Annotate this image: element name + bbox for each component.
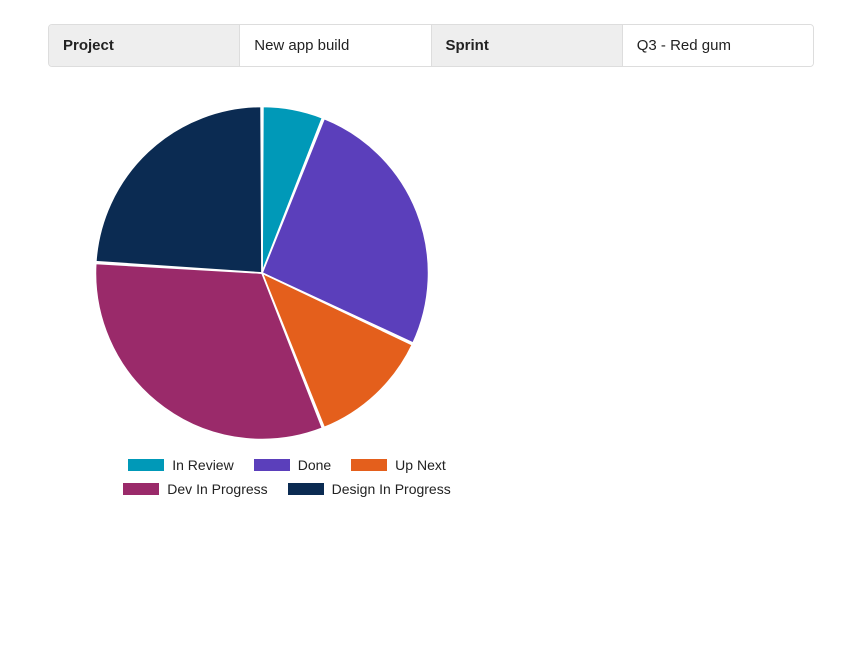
sprint-label-cell: Sprint <box>432 25 623 66</box>
project-value-cell: New app build <box>240 25 431 66</box>
sprint-value-cell: Q3 - Red gum <box>623 25 813 66</box>
chart-legend: In Review Done Up Next Dev In Progress Desig… <box>92 457 482 497</box>
legend-label: Design In Progress <box>332 481 451 497</box>
pie-chart <box>92 103 432 443</box>
legend-label: In Review <box>172 457 233 473</box>
legend-item-in-review: In Review <box>128 457 233 473</box>
pie-slice-design-in-progress <box>96 106 262 273</box>
legend-item-design-in-progress: Design In Progress <box>288 481 451 497</box>
legend-item-done: Done <box>254 457 331 473</box>
chart-area: In Review Done Up Next Dev In Progress Desig… <box>92 103 482 497</box>
pie-svg <box>92 103 432 443</box>
legend-item-up-next: Up Next <box>351 457 446 473</box>
legend-swatch <box>123 483 159 495</box>
legend-label: Dev In Progress <box>167 481 267 497</box>
legend-swatch <box>128 459 164 471</box>
project-info-table: Project New app build Sprint Q3 - Red gu… <box>48 24 814 67</box>
legend-swatch <box>288 483 324 495</box>
legend-label: Up Next <box>395 457 446 473</box>
project-label-cell: Project <box>49 25 240 66</box>
legend-label: Done <box>298 457 331 473</box>
legend-item-dev-in-progress: Dev In Progress <box>123 481 267 497</box>
legend-swatch <box>254 459 290 471</box>
legend-swatch <box>351 459 387 471</box>
